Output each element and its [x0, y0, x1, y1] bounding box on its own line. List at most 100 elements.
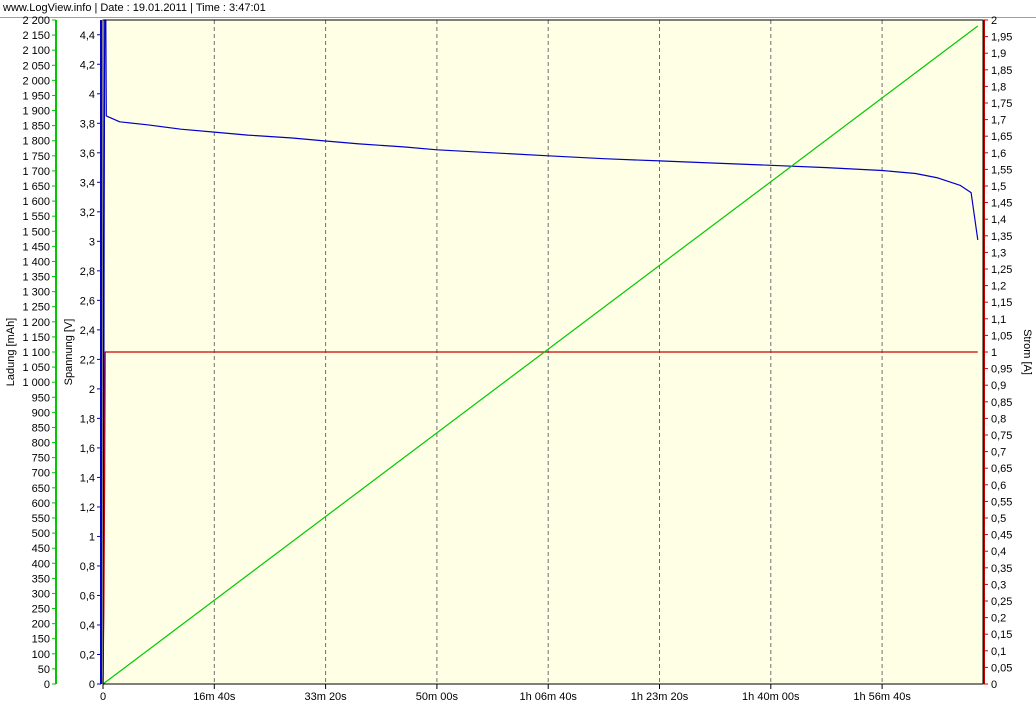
- charge-tick-label: 1 950: [22, 90, 50, 102]
- voltage-tick-label: 3: [89, 236, 95, 248]
- charge-tick-label: 800: [32, 438, 50, 450]
- charge-tick-label: 1 850: [22, 121, 50, 133]
- current-tick-label: 0,25: [991, 596, 1012, 608]
- current-tick-label: 0,35: [991, 563, 1012, 575]
- charge-tick-label: 1 350: [22, 272, 50, 284]
- charge-tick-label: 1 600: [22, 196, 50, 208]
- voltage-tick-label: 2,8: [80, 266, 95, 278]
- charge-tick-label: 100: [32, 649, 50, 661]
- charge-tick-label: 2 100: [22, 45, 50, 57]
- current-tick-label: 1,55: [991, 164, 1012, 176]
- current-tick-label: 0,55: [991, 496, 1012, 508]
- charge-tick-label: 1 650: [22, 181, 50, 193]
- charge-tick-label: 650: [32, 483, 50, 495]
- current-tick-label: 1,85: [991, 65, 1012, 77]
- charge-tick-label: 1 450: [22, 241, 50, 253]
- charge-tick-label: 500: [32, 528, 50, 540]
- current-tick-label: 0,85: [991, 397, 1012, 409]
- voltage-tick-label: 0,4: [80, 620, 95, 632]
- voltage-tick-label: 0,2: [80, 649, 95, 661]
- charge-tick-label: 200: [32, 619, 50, 631]
- current-tick-label: 1,35: [991, 231, 1012, 243]
- charge-tick-label: 1 750: [22, 151, 50, 163]
- voltage-tick-label: 3,8: [80, 118, 95, 130]
- current-tick-label: 1,2: [991, 281, 1006, 293]
- voltage-tick-label: 1,6: [80, 443, 95, 455]
- current-tick-label: 0,75: [991, 430, 1012, 442]
- charge-tick-label: 750: [32, 453, 50, 465]
- voltage-tick-label: 0: [89, 679, 95, 691]
- voltage-tick-label: 1,4: [80, 472, 95, 484]
- current-tick-label: 0,1: [991, 646, 1006, 658]
- charge-tick-label: 150: [32, 634, 50, 646]
- voltage-tick-label: 1,2: [80, 502, 95, 514]
- voltage-tick-label: 3,4: [80, 177, 95, 189]
- current-tick-label: 0,9: [991, 380, 1006, 392]
- current-tick-label: 1,7: [991, 115, 1006, 127]
- charge-tick-label: 1 050: [22, 362, 50, 374]
- charge-tick-label: 350: [32, 573, 50, 585]
- charge-tick-label: 0: [44, 679, 50, 691]
- voltage-tick-label: 2,2: [80, 354, 95, 366]
- current-tick-label: 1,75: [991, 98, 1012, 110]
- charge-tick-label: 1 000: [22, 377, 50, 389]
- charge-tick-label: 2 200: [22, 15, 50, 27]
- current-tick-label: 1,9: [991, 48, 1006, 60]
- charge-tick-label: 700: [32, 468, 50, 480]
- charge-tick-label: 450: [32, 543, 50, 555]
- current-tick-label: 1,05: [991, 330, 1012, 342]
- voltage-tick-label: 0,6: [80, 590, 95, 602]
- x-tick-label: 50m 00s: [416, 691, 459, 703]
- current-tick-label: 0,65: [991, 463, 1012, 475]
- current-tick-label: 1,25: [991, 264, 1012, 276]
- current-tick-label: 0,7: [991, 447, 1006, 459]
- charge-tick-label: 950: [32, 392, 50, 404]
- charge-tick-label: 850: [32, 422, 50, 434]
- current-tick-label: 0: [991, 679, 997, 691]
- charge-axis-label: Ladung [mAh]: [5, 318, 17, 387]
- charge-tick-label: 1 900: [22, 106, 50, 118]
- charge-tick-label: 550: [32, 513, 50, 525]
- charge-tick-label: 1 100: [22, 347, 50, 359]
- charge-tick-label: 1 550: [22, 211, 50, 223]
- current-axis-label: Strom [A]: [1021, 329, 1033, 375]
- x-tick-label: 16m 40s: [193, 691, 236, 703]
- voltage-tick-label: 2,6: [80, 295, 95, 307]
- current-tick-label: 1,95: [991, 32, 1012, 44]
- current-tick-label: 0,45: [991, 530, 1012, 542]
- current-tick-label: 0,8: [991, 413, 1006, 425]
- x-tick-label: 1h 23m 20s: [631, 691, 689, 703]
- x-tick-label: 33m 20s: [304, 691, 347, 703]
- current-tick-label: 0,15: [991, 629, 1012, 641]
- charge-tick-label: 1 300: [22, 287, 50, 299]
- voltage-tick-label: 2,4: [80, 325, 95, 337]
- charge-tick-label: 1 150: [22, 332, 50, 344]
- charge-tick-label: 600: [32, 498, 50, 510]
- charge-tick-label: 2 000: [22, 75, 50, 87]
- voltage-tick-label: 1: [89, 531, 95, 543]
- current-tick-label: 0,5: [991, 513, 1006, 525]
- charge-tick-label: 2 050: [22, 60, 50, 72]
- current-tick-label: 1,4: [991, 214, 1006, 226]
- current-tick-label: 1,45: [991, 198, 1012, 210]
- voltage-tick-label: 4,2: [80, 59, 95, 71]
- x-tick-label: 1h 06m 40s: [519, 691, 577, 703]
- x-tick-label: 0: [100, 691, 106, 703]
- charge-tick-label: 400: [32, 558, 50, 570]
- current-tick-label: 1,6: [991, 148, 1006, 160]
- charge-tick-label: 1 200: [22, 317, 50, 329]
- current-tick-label: 1,65: [991, 131, 1012, 143]
- charge-tick-label: 1 500: [22, 226, 50, 238]
- chart: 0 16m 40s 33m 20s 50m 00s 1h 06m 40s 1h 23m 2…: [5, 15, 1033, 703]
- x-tick-label: 1h 56m 40s: [853, 691, 911, 703]
- current-tick-label: 1,1: [991, 314, 1006, 326]
- voltage-tick-label: 3,6: [80, 148, 95, 160]
- current-tick-label: 0,4: [991, 546, 1006, 558]
- voltage-tick-label: 1,8: [80, 413, 95, 425]
- voltage-tick-label: 4,4: [80, 30, 95, 42]
- voltage-tick-label: 4: [89, 89, 95, 101]
- charge-tick-label: 1 700: [22, 166, 50, 178]
- current-tick-label: 0,6: [991, 480, 1006, 492]
- charge-tick-label: 1 400: [22, 256, 50, 268]
- current-tick-label: 1: [991, 347, 997, 359]
